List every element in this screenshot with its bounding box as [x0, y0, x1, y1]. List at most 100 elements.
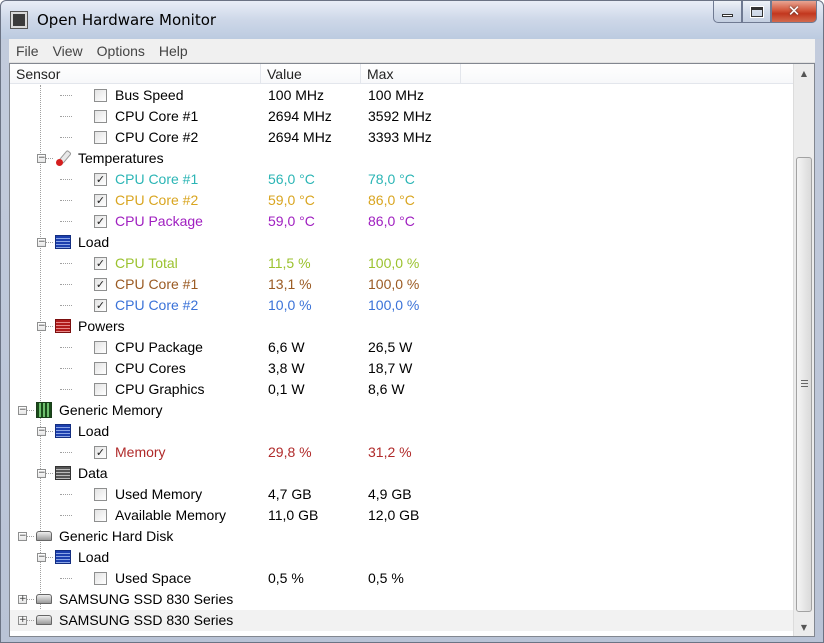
sensor-row[interactable]: ✓ CPU Core #1 56,0 °C 78,0 °C: [10, 169, 793, 190]
sensor-label: CPU Core #1: [115, 108, 199, 124]
sensor-row[interactable]: ✓ CPU Core #2 10,0 % 100,0 %: [10, 295, 793, 316]
menu-view[interactable]: View: [46, 43, 90, 59]
sensor-group-row[interactable]: − Powers: [10, 316, 793, 337]
sensor-max: 100 MHz: [368, 87, 425, 103]
sensor-max: 3592 MHz: [368, 108, 432, 124]
plot-checkbox[interactable]: [94, 131, 107, 144]
sensor-row[interactable]: ✓ CPU Core #2 59,0 °C 86,0 °C: [10, 190, 793, 211]
sensor-row[interactable]: CPU Cores 3,8 W 18,7 W: [10, 358, 793, 379]
sensor-row[interactable]: ✓ Memory 29,8 % 31,2 %: [10, 442, 793, 463]
plot-checkbox[interactable]: [94, 341, 107, 354]
plot-checkbox[interactable]: [94, 572, 107, 585]
close-button[interactable]: ✕: [771, 1, 817, 23]
sensor-row[interactable]: Bus Speed 100 MHz 100 MHz: [10, 85, 793, 106]
menu-file[interactable]: File: [9, 43, 46, 59]
menu-bar: File View Options Help: [9, 39, 815, 63]
collapse-toggle-icon[interactable]: −: [37, 238, 46, 247]
collapse-toggle-icon[interactable]: −: [18, 406, 27, 415]
collapse-toggle-icon[interactable]: −: [37, 322, 46, 331]
column-divider[interactable]: [260, 64, 261, 84]
plot-checkbox[interactable]: [94, 488, 107, 501]
plot-checkbox-checked[interactable]: ✓: [94, 278, 107, 291]
sensor-value: 2694 MHz: [268, 108, 332, 124]
expand-toggle-icon[interactable]: +: [18, 616, 27, 625]
sensor-row[interactable]: ✓ CPU Core #1 13,1 % 100,0 %: [10, 274, 793, 295]
tree-guide-line: [60, 368, 72, 369]
scroll-up-arrow[interactable]: ▲: [794, 64, 814, 82]
sensor-row[interactable]: Available Memory 11,0 GB 12,0 GB: [10, 505, 793, 526]
sensor-label: CPU Package: [115, 213, 203, 229]
tree-guide-line: [60, 221, 72, 222]
sensor-max: 4,9 GB: [368, 486, 412, 502]
sensor-row[interactable]: CPU Core #2 2694 MHz 3393 MHz: [10, 127, 793, 148]
hardware-row[interactable]: − Generic Hard Disk: [10, 526, 793, 547]
collapse-toggle-icon[interactable]: −: [18, 532, 27, 541]
memory-icon: [36, 402, 52, 418]
sensor-row[interactable]: CPU Package 6,6 W 26,5 W: [10, 337, 793, 358]
tree-guide-line: [60, 116, 72, 117]
column-divider[interactable]: [460, 64, 461, 84]
collapse-toggle-icon[interactable]: −: [37, 553, 46, 562]
minimize-button[interactable]: [713, 1, 742, 23]
sensor-label: Available Memory: [115, 507, 227, 523]
sensor-group-row[interactable]: − Load: [10, 547, 793, 568]
collapse-toggle-icon[interactable]: −: [37, 154, 46, 163]
sensor-label: CPU Total: [115, 255, 178, 271]
plot-checkbox-checked[interactable]: ✓: [94, 257, 107, 270]
sensor-group-row[interactable]: − Load: [10, 421, 793, 442]
maximize-icon: [749, 5, 764, 18]
plot-checkbox-checked[interactable]: ✓: [94, 173, 107, 186]
sensor-row[interactable]: ✓ CPU Package 59,0 °C 86,0 °C: [10, 211, 793, 232]
plot-checkbox[interactable]: [94, 110, 107, 123]
tree-guide-line: [60, 515, 72, 516]
tree-guide-line: [60, 452, 72, 453]
sensor-value: 11,5 %: [268, 255, 311, 271]
collapse-toggle-icon[interactable]: −: [37, 469, 46, 478]
plot-checkbox[interactable]: [94, 509, 107, 522]
title-bar[interactable]: Open Hardware Monitor ✕: [1, 1, 823, 39]
scroll-thumb[interactable]: [796, 157, 812, 612]
close-icon: ✕: [787, 2, 801, 20]
sensor-row[interactable]: CPU Core #1 2694 MHz 3592 MHz: [10, 106, 793, 127]
column-header-max[interactable]: Max: [367, 66, 393, 82]
sensor-group-row[interactable]: − Data: [10, 463, 793, 484]
plot-checkbox-checked[interactable]: ✓: [94, 446, 107, 459]
collapse-toggle-icon[interactable]: −: [37, 427, 46, 436]
column-header-value[interactable]: Value: [267, 66, 302, 82]
sensor-max: 18,7 W: [368, 360, 413, 376]
sensor-row[interactable]: ✓ CPU Total 11,5 % 100,0 %: [10, 253, 793, 274]
sensor-group-row[interactable]: − Load: [10, 232, 793, 253]
plot-checkbox-checked[interactable]: ✓: [94, 215, 107, 228]
hard-disk-icon: [36, 531, 52, 541]
sensor-row[interactable]: Used Space 0,5 % 0,5 %: [10, 568, 793, 589]
menu-options[interactable]: Options: [90, 43, 152, 59]
expand-toggle-icon[interactable]: +: [18, 595, 27, 604]
scroll-down-arrow[interactable]: ▼: [794, 618, 814, 636]
sensor-row[interactable]: CPU Graphics 0,1 W 8,6 W: [10, 379, 793, 400]
sensor-group-row[interactable]: − Temperatures: [10, 148, 793, 169]
maximize-button[interactable]: [742, 1, 771, 23]
sensor-max: 100,0 %: [368, 276, 420, 292]
hardware-row[interactable]: − Generic Memory: [10, 400, 793, 421]
sensor-row[interactable]: Used Memory 4,7 GB 4,9 GB: [10, 484, 793, 505]
plot-checkbox[interactable]: [94, 89, 107, 102]
sensor-label: CPU Core #2: [115, 129, 199, 145]
sensor-value: 0,5 %: [268, 570, 304, 586]
sensor-value: 13,1 %: [268, 276, 312, 292]
hardware-row[interactable]: + SAMSUNG SSD 830 Series: [10, 610, 793, 631]
vertical-scrollbar[interactable]: ▲ ▼: [793, 64, 814, 636]
sensor-max: 3393 MHz: [368, 129, 432, 145]
minimize-icon: [722, 14, 733, 17]
plot-checkbox-checked[interactable]: ✓: [94, 299, 107, 312]
hardware-row[interactable]: + SAMSUNG SSD 830 Series: [10, 589, 793, 610]
app-window: Open Hardware Monitor ✕ File View Option…: [0, 0, 824, 643]
column-header-sensor[interactable]: Sensor: [16, 66, 60, 82]
plot-checkbox-checked[interactable]: ✓: [94, 194, 107, 207]
column-divider[interactable]: [360, 64, 361, 84]
plot-checkbox[interactable]: [94, 383, 107, 396]
window-controls: ✕: [713, 1, 817, 23]
sensor-label: CPU Core #2: [115, 192, 199, 208]
tree-guide-line: [60, 263, 72, 264]
plot-checkbox[interactable]: [94, 362, 107, 375]
menu-help[interactable]: Help: [152, 43, 195, 59]
